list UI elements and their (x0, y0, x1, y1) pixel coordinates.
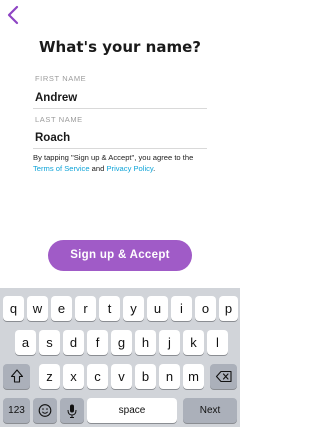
key-g[interactable]: g (111, 330, 132, 355)
legal-prefix: By tapping "Sign up & Accept", you agree… (33, 153, 194, 162)
first-name-underline (33, 108, 207, 109)
space-key[interactable]: space (87, 398, 177, 423)
key-p[interactable]: p (219, 296, 238, 321)
backspace-key[interactable] (210, 364, 237, 389)
key-c[interactable]: c (87, 364, 108, 389)
key-t[interactable]: t (99, 296, 120, 321)
legal-notice: By tapping "Sign up & Accept", you agree… (33, 152, 215, 174)
key-k[interactable]: k (183, 330, 204, 355)
first-name-label: FIRST NAME (35, 74, 87, 83)
key-u[interactable]: u (147, 296, 168, 321)
terms-of-service-link[interactable]: Terms of Service (33, 164, 90, 173)
emoji-icon (33, 398, 57, 423)
key-y[interactable]: y (123, 296, 144, 321)
key-b[interactable]: b (135, 364, 156, 389)
keyboard: q w e r t y u i o p a s d f g h j k l z … (0, 288, 240, 427)
legal-suffix: . (153, 164, 156, 173)
key-v[interactable]: v (111, 364, 132, 389)
last-name-field[interactable]: Roach (35, 132, 70, 144)
key-a[interactable]: a (15, 330, 36, 355)
key-r[interactable]: r (75, 296, 96, 321)
backspace-icon (210, 364, 237, 389)
key-m[interactable]: m (183, 364, 204, 389)
numbers-key[interactable]: 123 (3, 398, 30, 423)
shift-icon (3, 364, 30, 389)
microphone-key[interactable] (60, 398, 84, 423)
sign-up-accept-button[interactable]: Sign up & Accept (48, 240, 192, 271)
key-l[interactable]: l (207, 330, 228, 355)
key-f[interactable]: f (87, 330, 108, 355)
key-w[interactable]: w (27, 296, 48, 321)
key-q[interactable]: q (3, 296, 24, 321)
key-x[interactable]: x (63, 364, 84, 389)
next-key[interactable]: Next (183, 398, 237, 423)
back-button[interactable] (7, 5, 23, 27)
legal-conjunction: and (91, 164, 105, 173)
chevron-left-icon (7, 5, 23, 25)
page-title: What's your name? (39, 38, 201, 56)
privacy-policy-link[interactable]: Privacy Policy (106, 164, 153, 173)
key-j[interactable]: j (159, 330, 180, 355)
shift-key[interactable] (3, 364, 30, 389)
last-name-label: LAST NAME (35, 115, 83, 124)
key-s[interactable]: s (39, 330, 60, 355)
key-d[interactable]: d (63, 330, 84, 355)
key-e[interactable]: e (51, 296, 72, 321)
key-o[interactable]: o (195, 296, 216, 321)
emoji-key[interactable] (33, 398, 57, 423)
microphone-icon (60, 398, 84, 423)
key-z[interactable]: z (39, 364, 60, 389)
first-name-field[interactable]: Andrew (35, 92, 77, 104)
key-i[interactable]: i (171, 296, 192, 321)
key-h[interactable]: h (135, 330, 156, 355)
key-n[interactable]: n (159, 364, 180, 389)
last-name-underline (33, 148, 207, 149)
